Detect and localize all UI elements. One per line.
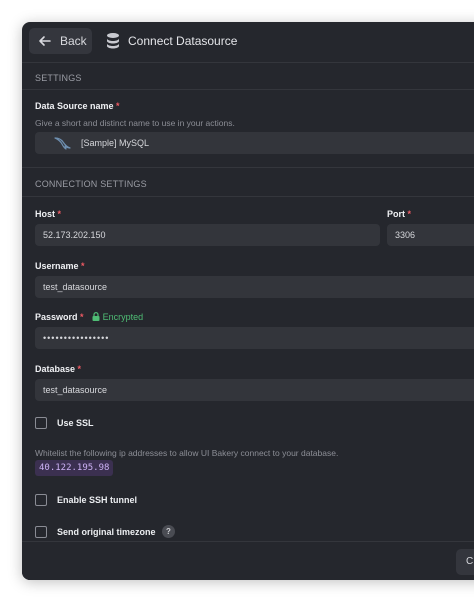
database-label: Database * [35,364,82,374]
use-ssl-label: Use SSL [57,418,94,428]
database-field[interactable]: test_datasource [35,379,474,401]
footer-bar: C [22,541,474,580]
back-button[interactable]: Back [29,28,92,54]
username-field[interactable]: test_datasource [35,276,474,298]
datasource-name-hint: Give a short and distinct name to use in… [35,118,235,128]
ssh-tunnel-checkbox[interactable] [35,494,47,506]
original-timezone-label: Send original timezone [57,527,156,537]
settings-section-title: SETTINGS [35,73,82,83]
port-field[interactable]: 3306 [387,224,474,246]
back-button-label: Back [60,34,87,48]
ssh-tunnel-label: Enable SSH tunnel [57,495,138,505]
required-mark: * [116,101,120,111]
password-field[interactable]: •••••••••••••••• [35,327,474,349]
original-timezone-checkbox[interactable] [35,526,47,538]
whitelist-hint: Whitelist the following ip addresses to … [35,448,339,458]
footer-button[interactable]: C [456,549,474,575]
host-field[interactable]: 52.173.202.150 [35,224,380,246]
connection-section-title: CONNECTION SETTINGS [35,179,147,189]
connection-divider [22,196,474,197]
help-icon[interactable]: ? [162,525,175,538]
whitelist-ip-badge: 40.122.195.98 [35,460,114,476]
lock-icon [92,312,100,321]
arrow-left-icon [39,36,51,46]
page-title: Connect Datasource [128,34,238,48]
header-bar: Back Connect Datasource [22,22,474,63]
use-ssl-checkbox[interactable] [35,417,47,429]
port-label: Port * [387,209,412,219]
datasource-name-label: Data Source name * [35,101,120,111]
database-icon [107,33,119,49]
encrypted-label: Encrypted [102,312,144,322]
host-label: Host * [35,209,62,219]
password-label: Password * Encrypted [35,312,144,322]
connect-datasource-dialog: Back Connect Datasource SETTINGS Data So… [22,22,474,580]
settings-divider [22,89,474,90]
mysql-dolphin-icon [54,137,71,150]
datasource-name-field[interactable]: [Sample] MySQL [35,132,474,154]
datasource-name-value: [Sample] MySQL [81,138,150,148]
section-divider [22,167,474,168]
username-label: Username * [35,261,85,271]
